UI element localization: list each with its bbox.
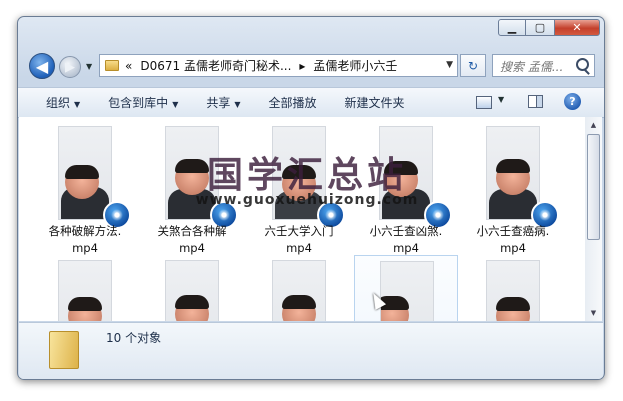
preview-pane-icon[interactable]	[528, 95, 543, 108]
folder-icon	[105, 60, 119, 71]
vertical-scrollbar[interactable]: ▲ ▼	[585, 117, 602, 321]
explorer-window: ▁ ▢ ✕ ◀ ▶ ▼ « D0671 孟儒老师奇门秘术... ▸ 孟儒老师小六…	[17, 16, 605, 380]
help-icon[interactable]: ?	[564, 93, 581, 110]
video-thumbnail	[487, 261, 539, 321]
details-pane: 10 个对象	[19, 322, 603, 379]
file-name: 关煞合各种解 mp4	[157, 224, 227, 255]
video-thumbnail	[166, 127, 218, 219]
share-menu[interactable]: 共享 ▼	[206, 94, 240, 111]
search-box[interactable]	[492, 54, 595, 77]
file-name: 小六壬查癌病. mp4	[476, 224, 550, 255]
file-name: 小六壬查凶煞. mp4	[369, 224, 443, 255]
search-icon[interactable]	[576, 58, 589, 71]
chevron-down-icon: ▼	[172, 100, 179, 109]
chevron-down-icon: ▼	[234, 100, 241, 109]
scroll-down-icon[interactable]: ▼	[587, 306, 600, 320]
breadcrumb-item-current[interactable]: 孟儒老师小六壬	[313, 57, 397, 74]
recent-pages-chevron-icon[interactable]: ▼	[86, 62, 92, 71]
folder-icon	[49, 331, 79, 369]
search-input[interactable]	[498, 56, 574, 77]
video-thumbnail	[487, 127, 539, 219]
refresh-button[interactable]: ↻	[460, 54, 486, 77]
video-thumbnail	[273, 261, 325, 321]
play-all-button[interactable]: 全部播放	[269, 94, 317, 111]
address-dropdown-icon[interactable]: ▼	[446, 60, 453, 70]
video-thumbnail	[380, 127, 432, 219]
video-thumbnail	[59, 127, 111, 219]
file-item[interactable]: 小六壬查凶煞. mp4	[354, 117, 458, 255]
file-item[interactable]: 六壬大学入门 mp4	[247, 117, 351, 255]
file-item-hovered[interactable]	[354, 255, 458, 321]
change-view-icon[interactable]	[476, 96, 492, 109]
video-thumbnail	[381, 262, 433, 321]
video-thumbnail	[166, 261, 218, 321]
video-thumbnail	[273, 127, 325, 219]
close-button[interactable]: ✕	[554, 19, 600, 36]
file-item[interactable]	[33, 253, 137, 321]
back-button[interactable]: ◀	[29, 53, 55, 79]
item-count: 10 个对象	[106, 331, 162, 345]
chevron-down-icon: ▼	[74, 100, 81, 109]
file-item[interactable]	[140, 253, 244, 321]
address-bar[interactable]: « D0671 孟儒老师奇门秘术... ▸ 孟儒老师小六壬 ▼	[99, 54, 458, 77]
file-name: 六壬大学入门 mp4	[264, 224, 334, 255]
breadcrumb-item-parent[interactable]: D0671 孟儒老师奇门秘术...	[140, 57, 291, 74]
include-in-library-menu[interactable]: 包含到库中 ▼	[108, 94, 178, 111]
breadcrumb-overflow[interactable]: «	[125, 59, 132, 73]
organize-menu[interactable]: 组织 ▼	[46, 94, 80, 111]
forward-button[interactable]: ▶	[59, 56, 81, 78]
new-folder-button[interactable]: 新建文件夹	[345, 94, 405, 111]
file-item[interactable]	[247, 253, 351, 321]
command-bar: 组织 ▼ 包含到库中 ▼ 共享 ▼ 全部播放 新建文件夹 ▼ ?	[18, 87, 604, 118]
scroll-up-icon[interactable]: ▲	[587, 118, 600, 132]
file-list[interactable]: 各种破解方法. mp4 关煞合各种解 mp4 六壬大学入门 mp4 小六壬查凶煞. mp…	[19, 117, 585, 321]
refresh-icon: ↻	[467, 58, 479, 73]
scrollbar-thumb[interactable]	[587, 134, 600, 240]
file-item[interactable]	[461, 253, 565, 321]
forward-arrow-icon: ▶	[65, 59, 75, 75]
minimize-button[interactable]: ▁	[498, 19, 526, 36]
view-options-chevron-icon[interactable]: ▼	[498, 95, 504, 104]
video-thumbnail	[59, 261, 111, 321]
file-item[interactable]: 小六壬查癌病. mp4	[461, 117, 565, 255]
file-item[interactable]: 关煞合各种解 mp4	[140, 117, 244, 255]
caption-buttons: ▁ ▢ ✕	[498, 19, 600, 36]
file-name: 各种破解方法. mp4	[48, 224, 122, 255]
maximize-button[interactable]: ▢	[526, 19, 554, 36]
navigation-bar: ◀ ▶ ▼ « D0671 孟儒老师奇门秘术... ▸ 孟儒老师小六壬 ▼ ↻	[18, 51, 604, 81]
file-item[interactable]: 各种破解方法. mp4	[33, 117, 137, 255]
breadcrumb-separator[interactable]: ▸	[299, 59, 305, 73]
back-arrow-icon: ◀	[35, 56, 49, 76]
